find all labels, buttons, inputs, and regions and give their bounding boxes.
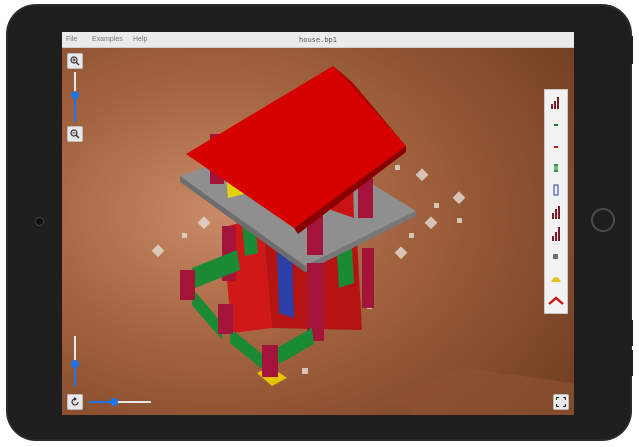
red-roof-icon (548, 296, 564, 305)
zoom-out-icon (70, 129, 80, 139)
ground-pillar (362, 248, 374, 308)
rotate-icon (71, 397, 79, 406)
zoom-in-button[interactable] (67, 53, 83, 69)
fullscreen-icon (555, 396, 567, 408)
palette-item[interactable] (545, 180, 567, 200)
palette-item[interactable] (545, 114, 567, 134)
zoom-slider-fill (74, 94, 76, 122)
block-palette (544, 89, 568, 314)
volume-down-button[interactable] (630, 350, 633, 376)
stepped-column-2-icon (552, 206, 560, 219)
palette-item[interactable] (545, 268, 567, 288)
3d-viewport[interactable] (62, 48, 574, 415)
palette-item[interactable] (545, 246, 567, 266)
power-button[interactable] (630, 36, 633, 64)
ground-tile (395, 165, 400, 170)
zoom-slider[interactable] (71, 72, 79, 122)
ground-tile (434, 203, 439, 208)
palette-item[interactable] (545, 92, 567, 112)
red-bar-icon (554, 146, 558, 148)
ground-tile (302, 368, 308, 374)
ground-pillar (307, 263, 324, 341)
blue-frame-icon (553, 184, 559, 196)
zoom-slider-thumb[interactable] (71, 90, 79, 99)
yellow-arch-icon (551, 277, 561, 282)
palette-item[interactable] (545, 202, 567, 222)
palette-item[interactable] (545, 290, 567, 310)
menu-bar: File Examples Help house.bp1 (62, 32, 574, 48)
rotation-slider[interactable] (89, 398, 151, 406)
palette-item[interactable] (545, 224, 567, 244)
stepped-column-icon (551, 97, 559, 109)
camera-icon (35, 217, 44, 226)
ground-tile (409, 233, 414, 238)
fence-post (262, 345, 278, 377)
menu-examples[interactable]: Examples (92, 36, 123, 43)
scene[interactable] (62, 48, 574, 415)
zoom-in-icon (70, 56, 80, 66)
home-button[interactable] (591, 208, 615, 232)
volume-up-button[interactable] (630, 320, 633, 346)
ground-tile (182, 233, 187, 238)
palette-item[interactable] (545, 136, 567, 156)
app-screen: File Examples Help house.bp1 (62, 32, 574, 415)
green-block-icon (554, 164, 558, 172)
stepped-column-3-icon (552, 227, 560, 241)
green-bar-icon (554, 124, 558, 126)
zoom-out-button[interactable] (67, 126, 83, 142)
rotate-button[interactable] (67, 394, 83, 410)
gray-tile-icon (553, 254, 558, 259)
rotation-slider-thumb[interactable] (109, 398, 118, 406)
ground-tile (457, 218, 462, 223)
menu-help[interactable]: Help (133, 36, 147, 43)
tilt-slider-thumb[interactable] (71, 359, 79, 368)
fullscreen-button[interactable] (553, 394, 569, 410)
palette-item[interactable] (545, 158, 567, 178)
tilt-slider[interactable] (71, 336, 79, 386)
fence-post (180, 270, 195, 300)
fence-post (218, 304, 233, 334)
menu-file[interactable]: File (66, 36, 77, 43)
